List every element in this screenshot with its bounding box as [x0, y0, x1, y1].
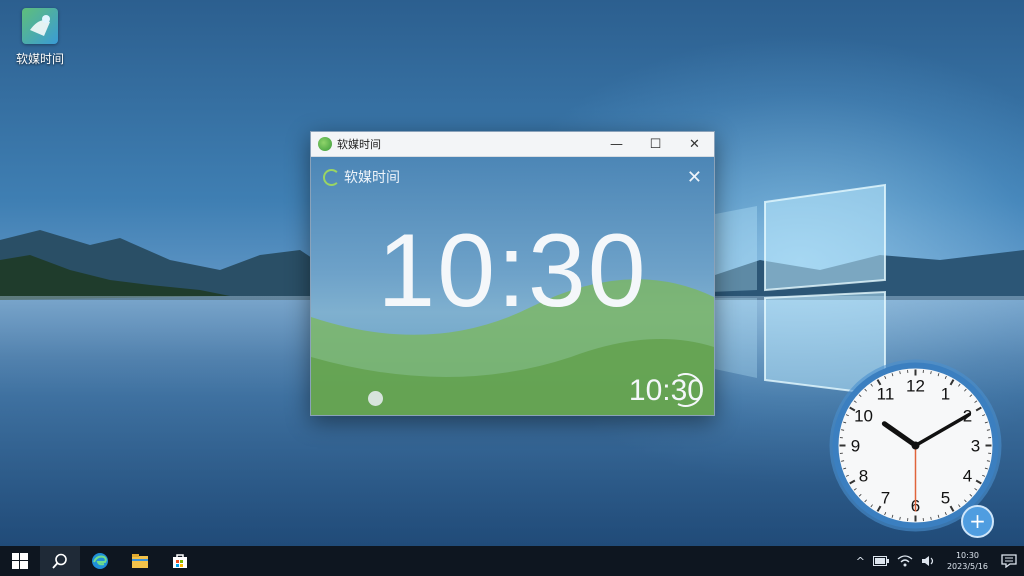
clock-number-12: 12: [906, 377, 925, 396]
brand-text: 软媒时间: [344, 170, 400, 186]
desktop-app-shortcut[interactable]: 软媒时间: [6, 8, 74, 67]
clock-number-8: 8: [859, 467, 868, 486]
windows-start-icon: [12, 553, 28, 569]
clock-number-4: 4: [963, 467, 972, 486]
tray-time: 10:30: [955, 551, 980, 560]
search-button[interactable]: [40, 546, 80, 576]
system-tray: ^ 10:30 2023/5/16: [852, 546, 1024, 576]
desktop-icon-label: 软媒时间: [15, 52, 64, 66]
clock-number-5: 5: [941, 488, 950, 507]
brand-mark-icon: [323, 168, 340, 186]
network-icon[interactable]: [897, 555, 913, 567]
file-explorer-taskbar-button[interactable]: [120, 546, 160, 576]
add-clock-button[interactable]: +: [961, 505, 994, 538]
file-explorer-icon: [132, 554, 148, 568]
search-icon: [52, 553, 67, 569]
window-content: 软媒时间 ✕ 10:30 10:30: [311, 157, 714, 415]
clock-center-pin: [911, 441, 920, 450]
tray-clock[interactable]: 10:30 2023/5/16: [947, 550, 988, 572]
app-shortcut-icon: [22, 8, 58, 44]
battery-icon[interactable]: [872, 556, 889, 566]
clock-number-1: 1: [941, 385, 950, 404]
tray-date: 2023/5/16: [946, 562, 988, 571]
app-logo-icon: [318, 137, 332, 151]
volume-icon[interactable]: [921, 555, 937, 567]
app-window: 软媒时间 — ☐ ✕ 软媒时间 ✕ 10:30 10:30: [310, 131, 715, 416]
brand-header: 软媒时间: [323, 167, 400, 187]
store-icon: [173, 554, 187, 568]
start-button[interactable]: [0, 546, 40, 576]
small-time-display: 10:30: [628, 374, 704, 407]
notification-icon: [1001, 554, 1017, 568]
big-time-display: 10:30: [377, 213, 648, 329]
close-button[interactable]: ✕: [675, 132, 714, 156]
clock-number-7: 7: [881, 488, 890, 507]
edge-icon: [92, 553, 108, 569]
indicator-dot: [368, 391, 383, 406]
window-titlebar[interactable]: 软媒时间 — ☐ ✕: [311, 132, 714, 157]
edge-taskbar-button[interactable]: [80, 546, 120, 576]
maximize-button[interactable]: ☐: [636, 132, 675, 156]
taskbar: ^ 10:30 2023/5/16: [0, 546, 1024, 576]
clock-number-11: 11: [877, 385, 895, 404]
action-center-button[interactable]: [994, 546, 1024, 576]
inner-close-icon[interactable]: ✕: [687, 167, 702, 188]
clock-number-3: 3: [971, 437, 980, 456]
clock-number-9: 9: [851, 437, 860, 456]
store-taskbar-button[interactable]: [160, 546, 200, 576]
chevron-up-icon[interactable]: ^: [856, 555, 865, 568]
window-title: 软媒时间: [337, 138, 381, 151]
minimize-button[interactable]: —: [597, 132, 636, 156]
clock-number-10: 10: [854, 407, 873, 426]
